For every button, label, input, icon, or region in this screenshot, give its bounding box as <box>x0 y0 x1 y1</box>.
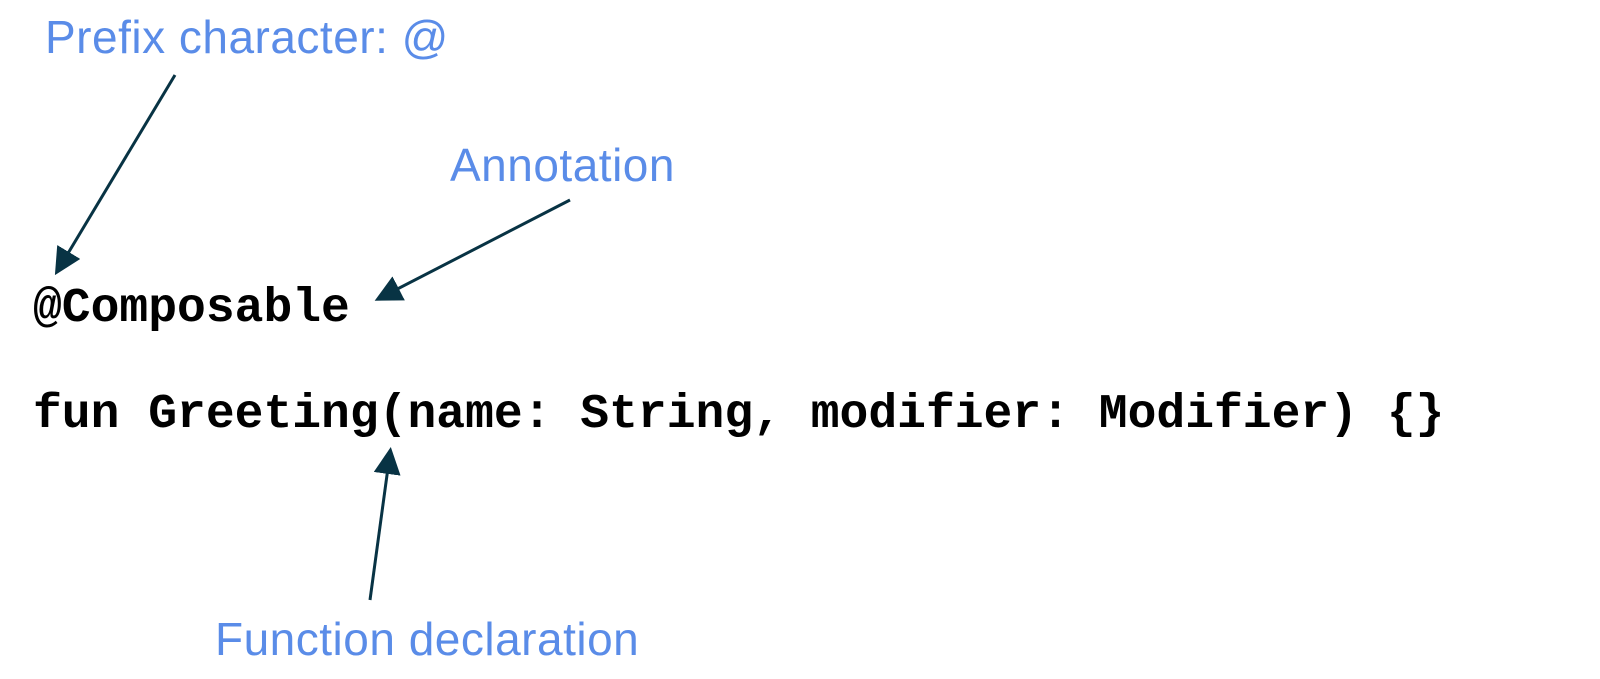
annotation-arrow <box>380 200 570 298</box>
code-annotation-line: @Composable <box>33 282 350 336</box>
function-declaration-label: Function declaration <box>215 612 639 666</box>
function-arrow <box>370 453 390 600</box>
prefix-arrow <box>58 75 175 270</box>
annotation-label: Annotation <box>450 138 675 192</box>
prefix-label: Prefix character: @ <box>45 10 449 64</box>
code-function-line: fun Greeting(name: String, modifier: Mod… <box>33 388 1444 442</box>
arrows-svg <box>0 0 1600 679</box>
